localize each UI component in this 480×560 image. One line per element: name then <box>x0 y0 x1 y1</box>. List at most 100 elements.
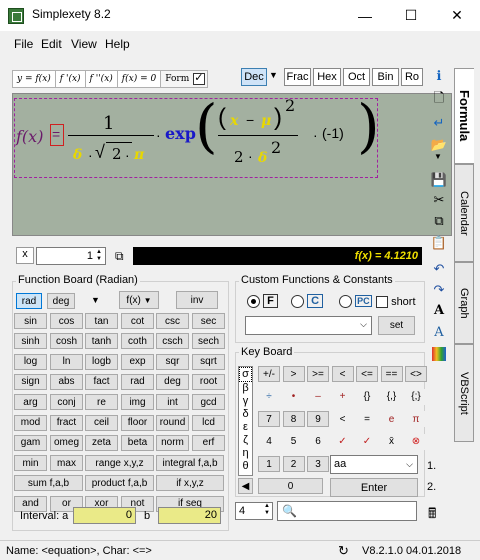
func-button-sin[interactable]: sin <box>14 313 47 329</box>
paste-icon[interactable]: 📋 <box>431 235 447 251</box>
func-button-csch[interactable]: csch <box>156 333 189 350</box>
x-spinner-icon[interactable]: ▲ ▼ <box>96 249 102 263</box>
func-button-lcd[interactable]: lcd <box>192 414 225 431</box>
key-0-3[interactable]: < <box>331 366 354 382</box>
func-button-norm[interactable]: norm <box>156 434 189 451</box>
key-2-4[interactable]: = <box>356 411 378 427</box>
inv-button[interactable]: inv <box>176 291 218 309</box>
func-button-img[interactable]: img <box>121 394 154 411</box>
radio-pc[interactable] <box>339 295 352 308</box>
key-4-2[interactable]: 3 <box>307 456 329 472</box>
key-3-2[interactable]: 6 <box>307 433 329 450</box>
radio-c[interactable] <box>291 295 304 308</box>
func-button-sinh[interactable]: sinh <box>14 333 47 350</box>
func-button-floor[interactable]: floor <box>121 414 154 431</box>
angle-dropdown-icon[interactable]: ▼ <box>91 295 100 305</box>
func-button-min[interactable]: min <box>14 455 47 472</box>
info-icon[interactable]: ℹ <box>431 68 447 84</box>
func-button-coth[interactable]: coth <box>121 333 154 350</box>
radio-pc-wrap[interactable]: PC <box>339 295 372 308</box>
key-0-2[interactable]: >= <box>307 366 329 382</box>
key-1-0[interactable]: ÷ <box>258 388 280 405</box>
tab-graph[interactable]: Graph <box>454 262 474 344</box>
interval-b-input[interactable]: 20 <box>158 507 221 524</box>
close-button[interactable]: ✕ <box>434 0 480 31</box>
cut-icon[interactable]: ✂ <box>431 192 447 208</box>
key-0-6[interactable]: <> <box>405 366 427 382</box>
func-button-if-x-y-z[interactable]: if x,y,z <box>156 475 224 492</box>
func-button-erf[interactable]: erf <box>192 434 225 451</box>
func-button-mod[interactable]: mod <box>14 414 47 431</box>
font-icon[interactable]: A <box>431 302 447 318</box>
func-button-sec[interactable]: sec <box>192 313 225 329</box>
spin-arrows-icon[interactable]: ▲ ▼ <box>264 503 270 517</box>
key-0-0[interactable]: +/- <box>258 366 280 382</box>
redo-icon[interactable]: ↷ <box>431 282 447 298</box>
fx-button[interactable]: f(x) ▼ <box>119 291 159 309</box>
set-button[interactable]: set <box>378 316 415 335</box>
key-1-5[interactable]: {,} <box>380 388 403 405</box>
menu-help[interactable]: Help <box>105 37 130 51</box>
func-button-sqr[interactable]: sqr <box>156 353 189 370</box>
func-button-gam[interactable]: gam <box>14 434 47 451</box>
rad-button[interactable]: rad <box>16 293 42 309</box>
key-3-3[interactable]: ✓ <box>331 433 354 450</box>
func-button-cot[interactable]: cot <box>121 313 154 329</box>
minimize-button[interactable]: — <box>342 0 388 31</box>
key-2-0[interactable]: 7 <box>258 411 280 427</box>
key-0-4[interactable]: <= <box>356 366 378 382</box>
func-button-rad[interactable]: rad <box>121 373 154 390</box>
key-1-2[interactable]: – <box>307 388 329 405</box>
func-button-ln[interactable]: ln <box>50 353 83 370</box>
func-button-omeg[interactable]: omeg <box>50 434 83 451</box>
refresh-icon[interactable]: ↻ <box>338 543 349 559</box>
interval-a-input[interactable]: 0 <box>73 507 136 524</box>
greek-item[interactable]: θ <box>239 460 252 473</box>
zero-button[interactable]: 0 <box>258 478 323 494</box>
short-checkbox[interactable] <box>376 296 388 309</box>
func-button-cosh[interactable]: cosh <box>50 333 83 350</box>
form-checkbox[interactable] <box>193 71 206 85</box>
func-button-conj[interactable]: conj <box>50 394 83 411</box>
greek-item[interactable]: β <box>239 382 252 395</box>
key-2-5[interactable]: e <box>380 411 403 427</box>
key-2-6[interactable]: π <box>405 411 427 427</box>
greek-list[interactable]: σβγδεζηθ <box>238 366 253 476</box>
func-button-zeta[interactable]: zeta <box>85 434 118 451</box>
func-button-gcd[interactable]: gcd <box>192 394 225 411</box>
menu-edit[interactable]: Edit <box>41 37 62 51</box>
key-2-1[interactable]: 8 <box>282 411 305 427</box>
key-3-4[interactable]: ✓ <box>356 433 378 450</box>
key-2-3[interactable]: < <box>331 411 354 427</box>
arrow-button[interactable]: ◀ <box>238 478 253 494</box>
func-button-integral-f-a-b[interactable]: integral f,a,b <box>156 455 224 472</box>
tab-roots[interactable]: f(x) = 0 <box>116 70 162 88</box>
key-4-0[interactable]: 1 <box>258 456 280 472</box>
search-input[interactable]: 🔍 <box>277 501 417 521</box>
dec-button[interactable]: Dec <box>241 68 267 86</box>
func-button-tan[interactable]: tan <box>85 313 118 329</box>
func-button-logb[interactable]: logb <box>85 353 118 370</box>
copy-icon[interactable]: ⧉ <box>431 213 447 229</box>
func-button-tanh[interactable]: tanh <box>85 333 118 350</box>
undo-icon[interactable]: ↶ <box>431 261 447 277</box>
greek-item[interactable]: γ <box>239 395 252 408</box>
func-button-round[interactable]: round <box>156 414 189 431</box>
key-3-5[interactable]: x̄ <box>380 433 403 450</box>
key-2-2[interactable]: 9 <box>307 411 329 427</box>
func-button-log[interactable]: log <box>14 353 47 370</box>
key-1-4[interactable]: {} <box>356 388 378 405</box>
font-color-icon[interactable]: A <box>431 324 447 340</box>
new-icon[interactable]: 🗋 <box>431 90 447 108</box>
menu-file[interactable]: File <box>14 37 33 51</box>
tab-form[interactable]: Form <box>160 70 209 88</box>
func-button-cos[interactable]: cos <box>50 313 83 329</box>
return-icon[interactable]: ↵ <box>431 115 447 131</box>
func-button-fract[interactable]: fract <box>50 414 83 431</box>
func-button-int[interactable]: int <box>156 394 189 411</box>
tab-formula[interactable]: Formula <box>454 68 474 164</box>
func-button-deg[interactable]: deg <box>156 373 189 390</box>
open-folder-icon[interactable]: 📂 <box>431 137 447 153</box>
func-button-max[interactable]: max <box>50 455 83 472</box>
greek-item[interactable]: δ <box>239 408 252 421</box>
